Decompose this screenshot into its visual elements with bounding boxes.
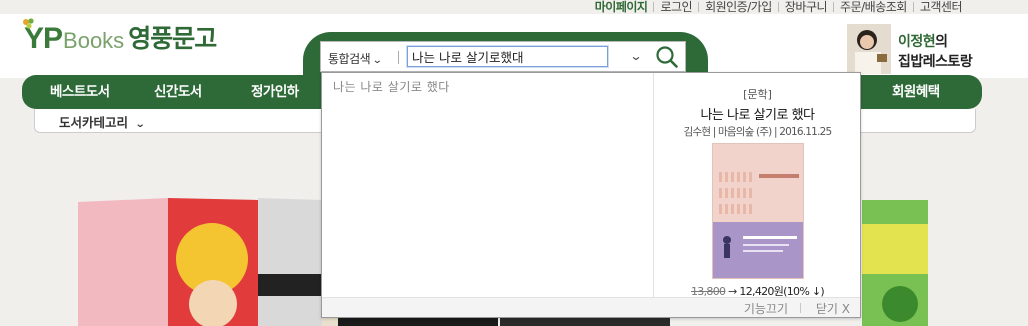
- preview-category: [문학]: [743, 88, 772, 101]
- site-logo[interactable]: YP Books 영풍문고: [23, 18, 217, 56]
- chevron-down-icon: ⌄: [135, 119, 147, 130]
- leaf-icon: [23, 18, 34, 29]
- autocomplete-suggestion[interactable]: 나는 나로 살기로 했다: [333, 78, 450, 95]
- logo-books: Books: [63, 28, 125, 53]
- close-autocomplete-button[interactable]: 닫기 X: [816, 300, 850, 317]
- book-category-toggle[interactable]: 도서카테고리 ⌄: [59, 112, 147, 131]
- book-cover-image[interactable]: [711, 143, 804, 279]
- chevron-down-icon: ⌄: [371, 55, 383, 66]
- nav-new-books[interactable]: 신간도서: [154, 75, 202, 109]
- cart-link[interactable]: 장바구니: [779, 1, 833, 13]
- search-input[interactable]: [406, 45, 609, 68]
- divider: [800, 303, 801, 313]
- preview-meta: 김수현 | 마음의숲 (주) | 2016.11.25: [683, 126, 833, 138]
- utility-links: 마이페이지 로그인 회원인증/가입 장바구니 주문/배송조회 고객센터: [589, 0, 968, 14]
- nav-bestseller[interactable]: 베스트도서: [50, 75, 110, 109]
- nav-price-cut[interactable]: 정가인하: [251, 75, 299, 109]
- autocomplete-footer: 기능끄기 닫기 X: [322, 297, 860, 317]
- customer-center-link[interactable]: 고객센터: [914, 1, 968, 13]
- book-category-label: 도서카테고리: [59, 115, 129, 130]
- nav-member-benefits[interactable]: 회원혜택: [892, 75, 940, 109]
- search-scope-select[interactable]: 통합검색 ⌄: [328, 50, 383, 67]
- autocomplete-dropdown: 나는 나로 살기로 했다 [문학] 나는 나로 살기로 했다 김수현 | 마음의…: [321, 72, 861, 318]
- preview-title[interactable]: 나는 나로 살기로 했다: [654, 104, 861, 123]
- divider: [398, 51, 399, 64]
- search-box: 통합검색⌄ ⌄: [320, 41, 686, 72]
- banner-suffix: 의: [935, 34, 948, 50]
- disable-autocomplete-button[interactable]: 기능끄기: [744, 300, 788, 317]
- search-icon[interactable]: [655, 45, 679, 69]
- autocomplete-toggle-icon[interactable]: ⌄: [629, 49, 642, 63]
- book-preview[interactable]: [문학] 나는 나로 살기로 했다 김수현 | 마음의숲 (주) | 2016.…: [654, 73, 861, 299]
- banner-title: 집밥레스토랑: [898, 54, 973, 70]
- chef-banner[interactable]: 이정현의 집밥레스토랑: [847, 24, 973, 74]
- banner-text: 이정현의 집밥레스토랑: [898, 32, 973, 72]
- chef-photo: [847, 24, 891, 74]
- order-status-link[interactable]: 주문/배송조회: [834, 1, 913, 13]
- signup-link[interactable]: 회원인증/가입: [699, 1, 778, 13]
- logo-korean-name: 영풍문고: [128, 24, 217, 53]
- search-scope-label: 통합검색: [328, 52, 371, 66]
- banner-name: 이정현: [898, 34, 936, 50]
- login-link[interactable]: 로그인: [654, 1, 698, 13]
- mypage-link[interactable]: 마이페이지: [589, 1, 654, 13]
